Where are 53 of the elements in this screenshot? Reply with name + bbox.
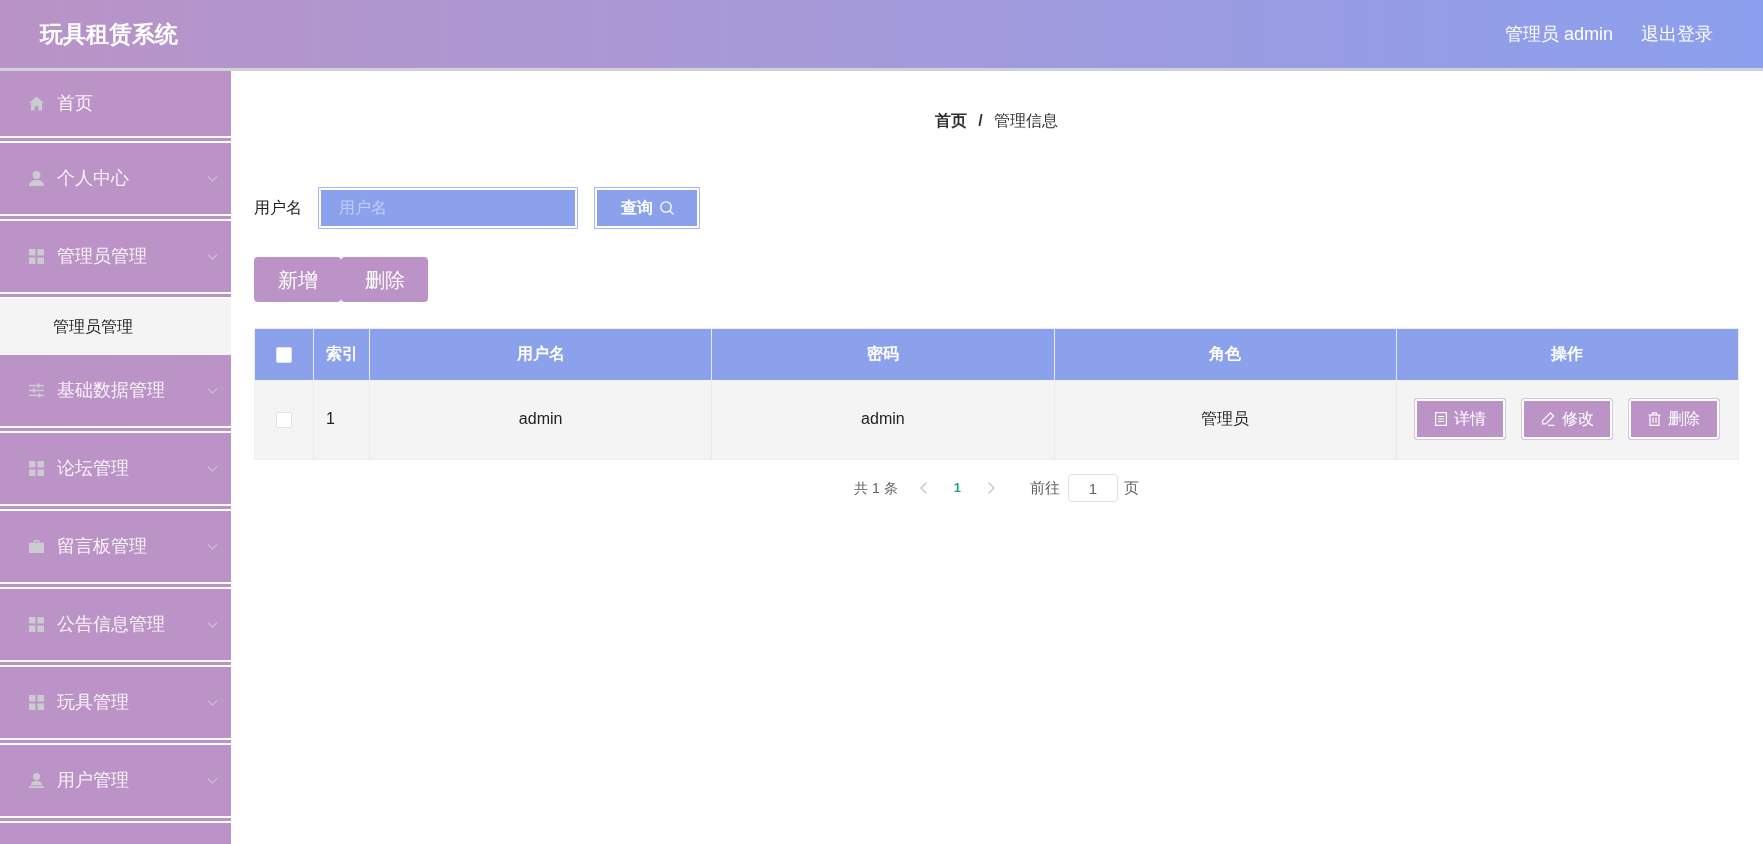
table-cell: admin [711, 379, 1054, 460]
delete-button[interactable]: 删除 [1628, 398, 1721, 441]
user-icon [29, 773, 44, 788]
table-cell: 1 [313, 379, 370, 460]
column-header: 角色 [1054, 328, 1397, 380]
checkbox[interactable] [276, 347, 292, 363]
document-icon [1434, 412, 1447, 427]
goto-suffix: 页 [1123, 477, 1139, 498]
page-number[interactable]: 1 [953, 478, 961, 498]
chevron-down-icon [207, 543, 218, 550]
briefcase-icon [29, 539, 44, 554]
chevron-down-icon [207, 465, 218, 472]
breadcrumb-link[interactable]: 首页 [935, 109, 968, 133]
pencil-icon [1540, 412, 1555, 427]
logout-link[interactable]: 退出登录 [1641, 20, 1713, 48]
breadcrumb-current: 管理信息 [993, 111, 1058, 131]
goto-label: 前往 [1029, 477, 1060, 498]
home-icon [29, 96, 44, 111]
sliders-icon [29, 383, 44, 398]
column-header: 密码 [711, 328, 1054, 380]
delete-button[interactable]: 删除 [341, 257, 428, 302]
table-cell: 管理员 [1054, 379, 1397, 460]
search-icon [659, 201, 674, 215]
column-header: 用户名 [369, 328, 712, 380]
sidebar-subitem[interactable]: 管理员管理 [0, 299, 231, 355]
site-title: 玩具租赁系统 [40, 19, 178, 49]
column-header: 操作 [1396, 328, 1739, 380]
pagination-total: 共 1 条 [854, 478, 898, 498]
checkbox[interactable] [276, 412, 292, 428]
chevron-down-icon [207, 621, 218, 628]
chevron-left-icon[interactable] [919, 482, 927, 494]
trash-icon [1648, 412, 1662, 427]
column-header: 索引 [313, 328, 370, 380]
chevron-down-icon [207, 387, 218, 394]
chevron-down-icon [207, 175, 218, 182]
goto-page-field[interactable]: 1 [1067, 474, 1118, 502]
grid-icon [29, 461, 44, 476]
breadcrumb-separator: / [978, 111, 983, 131]
user-icon [29, 171, 44, 186]
chevron-right-icon[interactable] [987, 482, 995, 494]
add-button[interactable]: 新增 [254, 257, 341, 302]
edit-button[interactable]: 修改 [1521, 398, 1614, 441]
details-button[interactable]: 详情 [1414, 398, 1507, 441]
chevron-down-icon [207, 777, 218, 784]
grid-icon [29, 695, 44, 710]
grid-icon [29, 617, 44, 632]
search-button[interactable]: 查询 [594, 187, 700, 229]
chevron-down-icon [207, 253, 218, 260]
search-label: 用户名 [254, 198, 303, 218]
chevron-down-icon [207, 699, 218, 706]
table-cell: admin [369, 379, 712, 460]
current-user-label: 管理员 admin [1504, 22, 1613, 46]
grid-icon [29, 249, 44, 264]
